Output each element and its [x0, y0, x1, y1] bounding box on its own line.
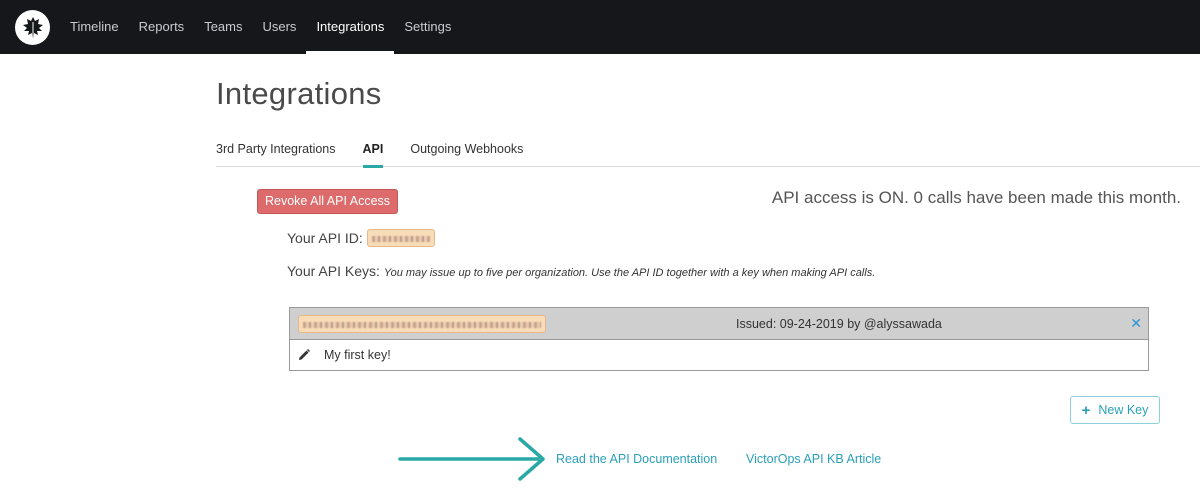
main-nav: Timeline Reports Teams Users Integration… [60, 0, 461, 54]
nav-item-teams[interactable]: Teams [194, 0, 252, 54]
victorops-api-kb-article-link[interactable]: VictorOps API KB Article [746, 452, 881, 466]
api-key-description-row[interactable]: My first key! [290, 340, 1148, 370]
leaf-logo-icon[interactable] [15, 10, 50, 45]
revoke-all-api-access-button[interactable]: Revoke All API Access [257, 189, 398, 214]
api-keys-label: Your API Keys: [287, 263, 380, 279]
new-key-label: New Key [1098, 403, 1149, 417]
close-icon[interactable]: ✕ [1130, 315, 1142, 332]
api-key-description: My first key! [324, 348, 391, 362]
api-key-value-redacted[interactable] [298, 315, 546, 333]
nav-item-reports[interactable]: Reports [129, 0, 195, 54]
new-key-button[interactable]: + New Key [1070, 396, 1160, 424]
api-id-value-redacted [366, 229, 435, 247]
page-title: Integrations [216, 76, 382, 111]
api-keys-table: Issued: 09-24-2019 by @alyssawada ✕ My f… [289, 307, 1149, 371]
read-api-documentation-link[interactable]: Read the API Documentation [556, 452, 717, 466]
pencil-icon[interactable] [297, 348, 311, 362]
api-id-row: Your API ID: [287, 229, 435, 247]
nav-item-timeline[interactable]: Timeline [60, 0, 129, 54]
api-key-header-row: Issued: 09-24-2019 by @alyssawada ✕ [290, 308, 1148, 340]
tab-outgoing-webhooks[interactable]: Outgoing Webhooks [410, 140, 523, 167]
api-key-issued-info: Issued: 09-24-2019 by @alyssawada [736, 317, 942, 331]
nav-item-settings[interactable]: Settings [394, 0, 461, 54]
top-nav-bar: Timeline Reports Teams Users Integration… [0, 0, 1200, 54]
arrow-icon [398, 437, 545, 481]
api-access-status: API access is ON. 0 calls have been made… [771, 188, 1181, 207]
nav-item-integrations[interactable]: Integrations [306, 0, 395, 54]
integration-tabs: 3rd Party Integrations API Outgoing Webh… [216, 140, 1200, 168]
plus-icon: + [1081, 401, 1091, 419]
tab-3rd-party-integrations[interactable]: 3rd Party Integrations [216, 140, 336, 167]
api-id-label: Your API ID: [287, 230, 363, 246]
nav-item-users[interactable]: Users [252, 0, 306, 54]
api-keys-row: Your API Keys: You may issue up to five … [287, 263, 875, 279]
api-keys-note: You may issue up to five per organizatio… [383, 267, 876, 279]
tab-api[interactable]: API [362, 140, 383, 168]
